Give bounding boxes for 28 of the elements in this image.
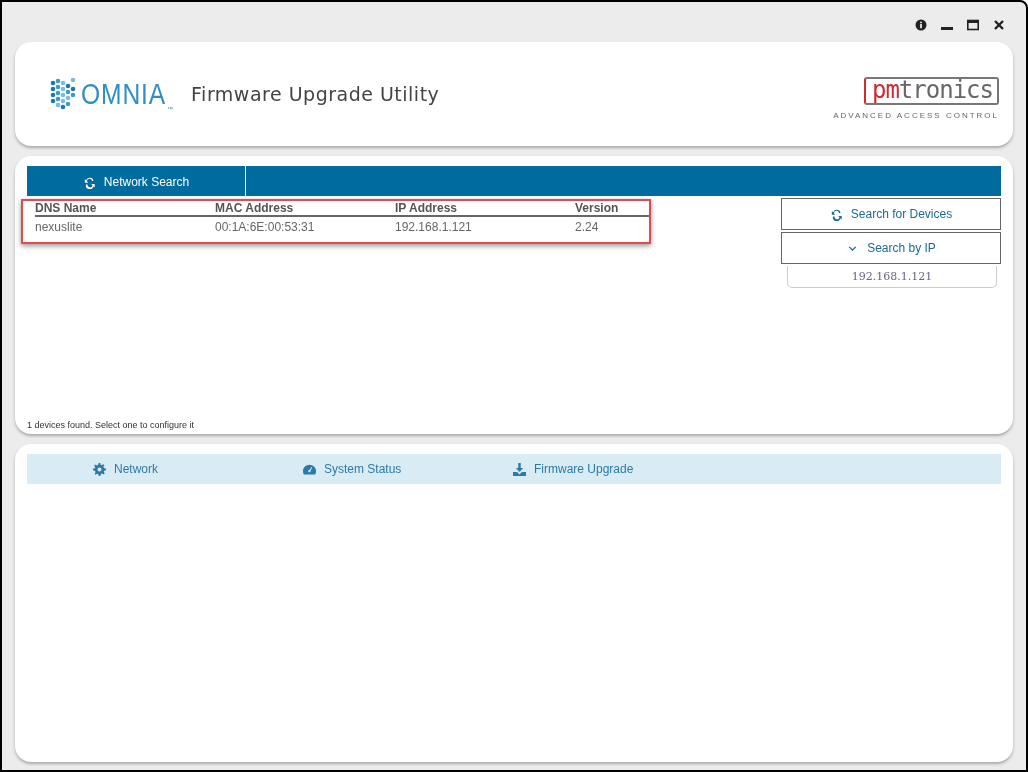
maximize-icon[interactable]: [967, 19, 979, 31]
network-search-tab[interactable]: Network Search: [27, 166, 246, 196]
column-header: DNS Name: [35, 202, 215, 216]
ip-input-field[interactable]: 192.168.1.121: [787, 266, 997, 288]
config-tab[interactable]: System Status: [303, 454, 513, 484]
config-tab[interactable]: Firmware Upgrade: [513, 454, 723, 484]
logo-text: OMNIA: [81, 79, 167, 109]
brand-tagline: ADVANCED ACCESS CONTROL: [833, 110, 999, 120]
table-cell: 00:1A:6E:00:53:31: [215, 216, 395, 234]
column-header: Version: [575, 202, 649, 216]
gauge-icon: [303, 462, 316, 476]
table-cell: nexuslite: [35, 216, 215, 234]
config-tab[interactable]: Network: [93, 454, 303, 484]
column-header: MAC Address: [215, 202, 395, 216]
status-text: 1 devices found. Select one to configure it: [27, 420, 196, 430]
table-cell: 2.24: [575, 216, 649, 234]
refresh-icon: [82, 175, 96, 189]
download-icon: [513, 462, 526, 476]
gear-icon: [93, 462, 106, 476]
brand-logo: pmtronics: [863, 76, 999, 105]
app-title: Firmware Upgrade Utility: [191, 83, 440, 105]
refresh-icon: [829, 207, 843, 221]
info-icon[interactable]: [915, 19, 927, 31]
column-header: IP Address: [395, 202, 575, 216]
search-by-ip-button[interactable]: Search by IP: [781, 232, 1001, 264]
table-cell: 192.168.1.121: [395, 216, 575, 234]
search-devices-button[interactable]: Search for Devices: [781, 198, 1001, 230]
close-icon[interactable]: [993, 19, 1005, 31]
